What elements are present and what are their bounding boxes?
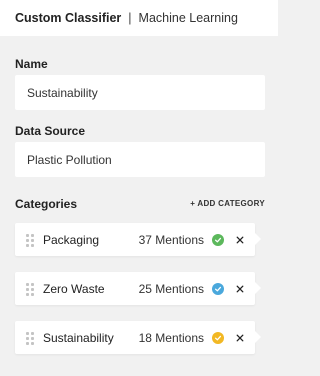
- categories-label: Categories: [15, 197, 78, 211]
- category-row[interactable]: Zero Waste 25 Mentions: [15, 272, 261, 305]
- close-icon[interactable]: [235, 284, 245, 294]
- drag-handle-icon[interactable]: [26, 233, 34, 247]
- check-icon[interactable]: [212, 331, 224, 344]
- page-subtitle: Machine Learning: [138, 11, 238, 25]
- category-name: Sustainability: [43, 330, 114, 345]
- close-icon[interactable]: [235, 235, 245, 245]
- category-mentions: 37 Mentions: [138, 232, 204, 247]
- name-value: Sustainability: [27, 85, 98, 100]
- category-row[interactable]: Sustainability 18 Mentions: [15, 321, 261, 354]
- check-icon[interactable]: [212, 233, 224, 246]
- name-field[interactable]: Sustainability: [15, 75, 265, 110]
- data-source-value: Plastic Pollution: [27, 152, 112, 167]
- check-icon[interactable]: [212, 282, 224, 295]
- data-source-field[interactable]: Plastic Pollution: [15, 142, 265, 177]
- category-mentions: 25 Mentions: [138, 281, 204, 296]
- data-source-label: Data Source: [15, 124, 86, 138]
- drag-handle-icon[interactable]: [26, 331, 34, 345]
- name-label: Name: [15, 57, 48, 71]
- add-category-button[interactable]: + ADD CATEGORY: [190, 199, 265, 208]
- page-title: Custom Classifier: [15, 11, 122, 25]
- category-name: Zero Waste: [43, 281, 105, 296]
- drag-handle-icon[interactable]: [26, 282, 34, 296]
- category-mentions: 18 Mentions: [138, 330, 204, 345]
- category-row[interactable]: Packaging 37 Mentions: [15, 223, 261, 256]
- category-name: Packaging: [43, 232, 100, 247]
- title-separator: |: [128, 11, 132, 25]
- header-bar: Custom Classifier | Machine Learning: [0, 0, 278, 36]
- close-icon[interactable]: [235, 333, 245, 343]
